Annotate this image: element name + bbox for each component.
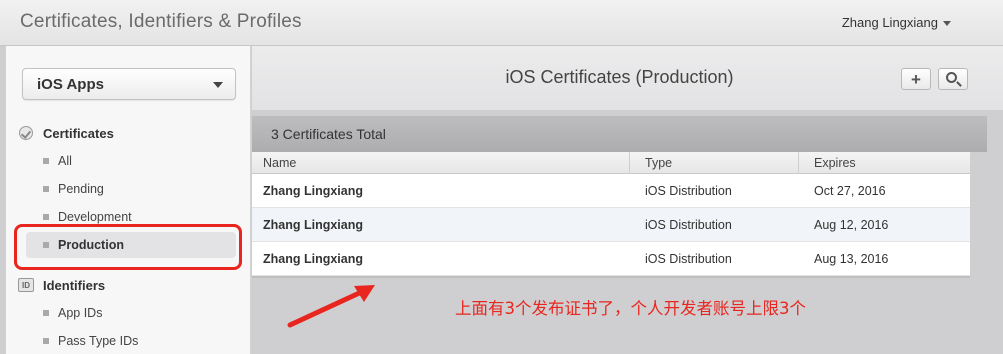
bullet-icon [43, 214, 49, 220]
sidebar-item-app-ids[interactable]: App IDs [26, 300, 236, 326]
main-header: iOS Certificates (Production) + [252, 46, 1003, 110]
column-divider [798, 152, 799, 174]
cell-expires: Oct 27, 2016 [814, 184, 886, 198]
plus-icon: + [911, 69, 921, 89]
annotation-text: 上面有3个发布证书了，个人开发者账号上限3个 [455, 299, 806, 318]
cell-expires: Aug 13, 2016 [814, 252, 889, 266]
chevron-down-icon [943, 21, 951, 27]
section-title: Identifiers [43, 277, 106, 293]
user-menu[interactable]: Zhang Lingxiang [842, 15, 951, 30]
column-header-type[interactable]: Type [645, 156, 672, 170]
certificates-table: Name Type Expires Zhang Lingxiang iOS Di… [252, 152, 970, 278]
sidebar-item-label: Pending [58, 182, 104, 196]
sidebar-item-pass-type-ids[interactable]: Pass Type IDs [26, 328, 236, 354]
sidebar-item-label: Development [58, 210, 132, 224]
cell-name: Zhang Lingxiang [263, 184, 363, 198]
cell-name: Zhang Lingxiang [263, 252, 363, 266]
cell-name: Zhang Lingxiang [263, 218, 363, 232]
table-row[interactable]: Zhang Lingxiang iOS Distribution Oct 27,… [252, 174, 970, 208]
sidebar-item-pending[interactable]: Pending [26, 176, 236, 202]
chevron-down-icon [213, 82, 223, 88]
column-divider [629, 152, 630, 174]
id-badge-icon: ID [18, 278, 34, 292]
cell-type: iOS Distribution [645, 184, 732, 198]
section-certificates[interactable]: Certificates [18, 123, 114, 143]
top-header: Certificates, Identifiers & Profiles Zha… [0, 0, 1003, 46]
sidebar: iOS Apps Certificates All Pending Develo… [6, 46, 251, 354]
search-button[interactable] [938, 68, 968, 90]
certificate-icon [19, 126, 33, 140]
cell-type: iOS Distribution [645, 252, 732, 266]
platform-select[interactable]: iOS Apps [22, 68, 236, 100]
user-name: Zhang Lingxiang [841, 15, 938, 30]
column-header-name[interactable]: Name [263, 156, 296, 170]
sidebar-item-label: Pass Type IDs [58, 334, 139, 348]
table-row[interactable]: Zhang Lingxiang iOS Distribution Aug 13,… [252, 242, 970, 276]
sidebar-item-development[interactable]: Development [26, 204, 236, 230]
sidebar-item-production[interactable]: Production [26, 232, 236, 258]
sidebar-item-label: App IDs [58, 306, 103, 320]
search-icon [946, 72, 957, 83]
page-title: iOS Certificates (Production) [505, 67, 734, 87]
bullet-icon [43, 158, 49, 164]
bullet-icon [43, 338, 49, 344]
platform-select-value: iOS Apps [37, 76, 104, 93]
section-identifiers[interactable]: ID Identifiers [18, 275, 105, 295]
cell-expires: Aug 12, 2016 [814, 218, 889, 232]
table-header: Name Type Expires [252, 152, 970, 174]
app-title: Certificates, Identifiers & Profiles [20, 11, 302, 32]
total-bar: 3 Certificates Total [252, 116, 987, 152]
column-header-expires[interactable]: Expires [814, 156, 856, 170]
sidebar-item-label: All [58, 154, 72, 168]
annotation-arrow-icon [287, 285, 375, 328]
sidebar-item-all[interactable]: All [26, 148, 236, 174]
table-row[interactable]: Zhang Lingxiang iOS Distribution Aug 12,… [252, 208, 970, 242]
bullet-icon [43, 242, 49, 248]
bullet-icon [43, 186, 49, 192]
cell-type: iOS Distribution [645, 218, 732, 232]
section-title: Certificates [43, 125, 114, 141]
add-button[interactable]: + [901, 68, 931, 90]
bullet-icon [43, 310, 49, 316]
sidebar-item-label: Production [58, 238, 124, 252]
total-count: 3 Certificates Total [271, 126, 386, 142]
table-footer [252, 276, 970, 278]
